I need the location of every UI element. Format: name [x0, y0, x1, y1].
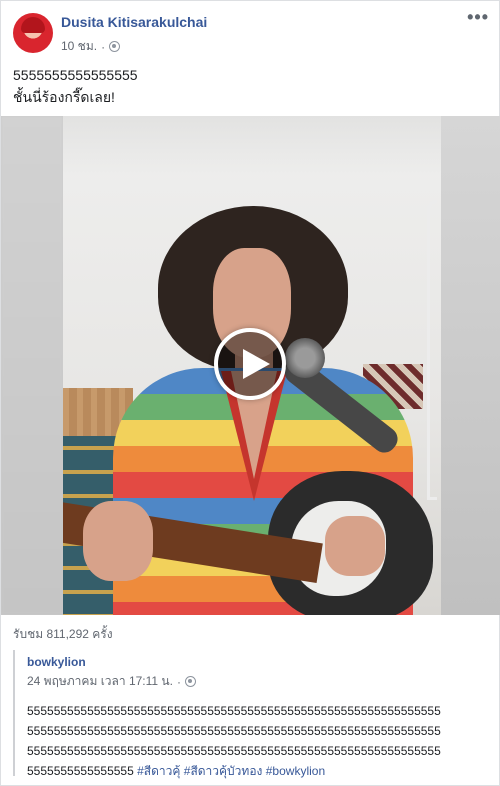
shared-text-tail: 5555555555555555 — [27, 764, 134, 778]
meta-separator: · — [101, 39, 106, 54]
more-options-icon[interactable]: ••• — [467, 7, 489, 28]
shared-meta: 24 พฤษภาคม เวลา 17:11 น. · — [27, 672, 196, 691]
meta-separator: · — [176, 674, 181, 689]
post-timestamp[interactable]: 10 ชม. — [61, 37, 97, 56]
post-text-line: ชั้นนี่ร้องกรี๊ดเลย! — [13, 89, 115, 105]
clothes-rack — [427, 200, 437, 500]
facebook-post: Dusita Kitisarakulchai 10 ชม. · ••• 5555… — [0, 0, 500, 786]
post-meta: 10 ชม. · — [61, 37, 121, 56]
hashtag-link[interactable]: #สีดาวคุ้บัวทอง — [184, 764, 263, 778]
hashtag-link[interactable]: #สีดาวคุ้ — [137, 764, 180, 778]
hashtag-link[interactable]: #bowkylion — [266, 764, 325, 778]
video-blur-left — [1, 116, 63, 615]
video-blur-right — [441, 116, 500, 615]
post-text-line: 5555555555555555 — [13, 67, 138, 83]
shared-text-line: 5555555555555555555555555555555555555555… — [27, 704, 441, 718]
globe-icon[interactable] — [109, 41, 121, 52]
shared-timestamp[interactable]: 24 พฤษภาคม เวลา 17:11 น. — [27, 672, 173, 691]
shared-text-line: 5555555555555555555555555555555555555555… — [27, 744, 441, 758]
view-count: รับชม 811,292 ครั้ง — [13, 627, 113, 641]
shared-text: 5555555555555555555555555555555555555555… — [27, 701, 489, 781]
globe-icon[interactable] — [184, 676, 196, 687]
shared-text-last-line: 5555555555555555 #สีดาวคุ้ #สีดาวคุ้บัวท… — [27, 761, 489, 781]
author-name[interactable]: Dusita Kitisarakulchai — [61, 14, 207, 30]
shared-post: bowkylion 24 พฤษภาคม เวลา 17:11 น. · 555… — [13, 650, 489, 778]
post-text: 5555555555555555 ชั้นนี่ร้องกรี๊ดเลย! — [13, 64, 138, 108]
author-avatar[interactable] — [13, 13, 53, 53]
play-icon[interactable] — [214, 328, 286, 400]
shared-author-name[interactable]: bowkylion — [27, 655, 86, 669]
shared-text-line: 5555555555555555555555555555555555555555… — [27, 724, 441, 738]
video-player[interactable] — [1, 116, 500, 615]
